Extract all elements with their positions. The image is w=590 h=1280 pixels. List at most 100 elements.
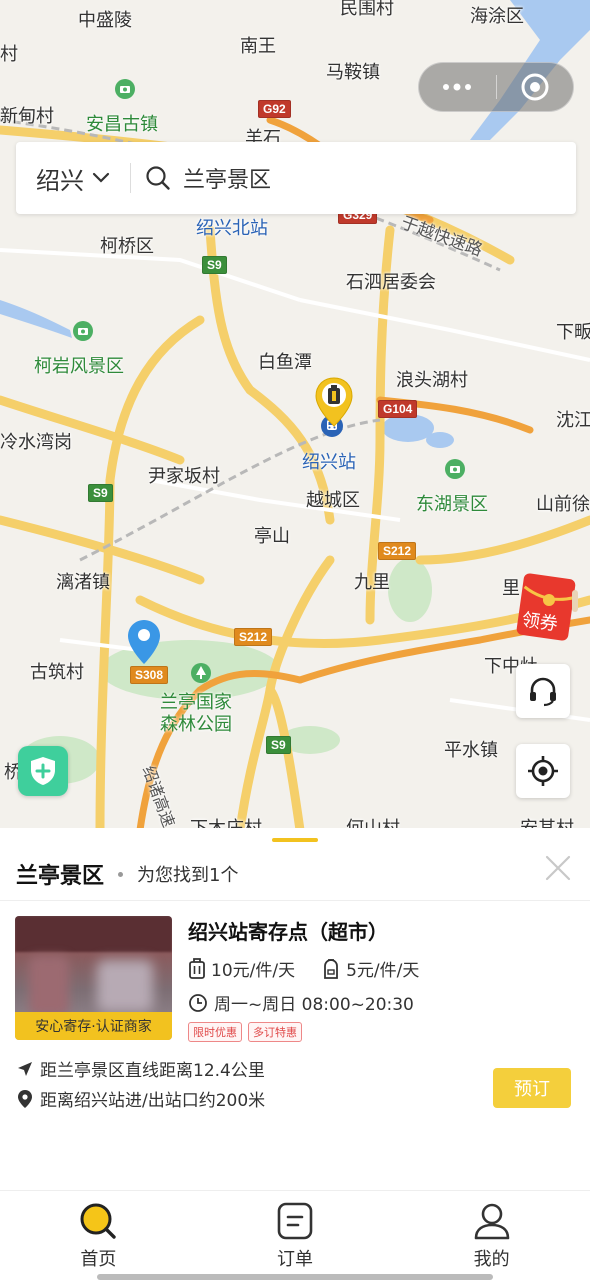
road-sign: S212: [234, 628, 273, 646]
road-sign: S9: [202, 256, 227, 274]
road-sign: G104: [378, 400, 418, 418]
store-photo[interactable]: 安心寄存·认证商家: [15, 916, 172, 1040]
safety-guarantee-button[interactable]: [18, 746, 68, 796]
locate-me-button[interactable]: [516, 744, 570, 798]
road-sign: S212: [378, 542, 417, 560]
map-label: 亭山: [254, 526, 290, 547]
search-icon: [146, 166, 170, 190]
tab-orders[interactable]: 订单: [197, 1191, 394, 1280]
map-label: 山前徐: [536, 494, 590, 515]
map-label: 绍兴站: [302, 452, 356, 473]
map-label: 安昌古镇: [86, 114, 158, 135]
road-sign: S9: [88, 484, 113, 502]
map-label: 兰亭国家森林公园: [160, 692, 232, 735]
more-dots-icon: [443, 83, 472, 91]
map-label: 下畈: [556, 322, 590, 343]
search-input[interactable]: 兰亭景区: [131, 162, 271, 194]
result-count: 为您找到1个: [137, 865, 239, 886]
shield-plus-icon: [31, 757, 55, 785]
tab-label: 订单: [277, 1249, 313, 1270]
scenic-spot-icon: [445, 459, 465, 479]
road-sign: G92: [258, 100, 291, 118]
target-circle-icon: [521, 73, 549, 101]
station-text: 距离绍兴站进/出站口约200米: [40, 1091, 266, 1111]
coupon-label: 领券: [520, 609, 560, 636]
scenic-spot-icon: [73, 321, 93, 341]
distance-info: 距兰亭景区直线距离12.4公里: [16, 1056, 265, 1081]
storage-point-marker-icon[interactable]: [314, 376, 354, 428]
close-mini-program-button[interactable]: [497, 63, 574, 111]
bottom-tab-bar: 首页 订单 我的: [0, 1190, 590, 1280]
home-indicator: [97, 1274, 493, 1280]
close-icon[interactable]: [544, 854, 572, 882]
hours-text: 周一~周日 08:00~20:30: [214, 995, 414, 1015]
map-label: 柯桥区: [100, 236, 154, 257]
result-header: 兰亭景区 为您找到1个: [16, 858, 238, 890]
tab-label: 首页: [80, 1249, 117, 1270]
map-label: 冷水湾岗: [0, 432, 72, 453]
certified-badge: 安心寄存·认证商家: [15, 1012, 172, 1040]
tab-label: 我的: [473, 1249, 510, 1270]
mini-program-capsule: [418, 62, 574, 112]
map-label: 古筑村: [30, 662, 84, 683]
scenic-spot-icon: [115, 79, 135, 99]
map-label: 柯岩风景区: [34, 356, 124, 377]
station-info: 距离绍兴站进/出站口约200米: [16, 1086, 265, 1111]
road-sign: S308: [130, 666, 169, 684]
map-label: 新甸村: [0, 106, 54, 127]
map-label: 海涂区: [470, 6, 524, 27]
book-button[interactable]: 预订: [493, 1068, 571, 1108]
city-selector[interactable]: 绍兴: [16, 161, 130, 196]
price-row: 10元/件/天 5元/件/天: [188, 956, 419, 981]
forest-park-icon: [191, 663, 211, 683]
search-query: 兰亭景区: [183, 168, 272, 193]
map-label: 沈江: [556, 410, 590, 431]
map-label: 南王: [240, 36, 276, 57]
promo-tag: 限时优惠: [188, 1022, 242, 1042]
tab-home[interactable]: 首页: [0, 1191, 197, 1280]
map-label: 浪头湖村: [396, 370, 468, 391]
map-label: 漓渚镇: [56, 572, 110, 593]
map-label: 九里: [354, 572, 390, 593]
promo-tags: 限时优惠 多订特惠: [188, 1022, 308, 1042]
destination-pin-icon[interactable]: [126, 618, 162, 666]
map-label: 越城区: [306, 490, 360, 511]
search-bar: 绍兴 兰亭景区: [16, 142, 576, 214]
map-label: 马鞍镇: [326, 62, 380, 83]
store-name[interactable]: 绍兴站寄存点（超市）: [188, 916, 388, 945]
map-label: 尹家坂村: [148, 466, 220, 487]
profile-icon: [474, 1203, 509, 1240]
distance-text: 距兰亭景区直线距离12.4公里: [40, 1061, 265, 1081]
customer-service-button[interactable]: [516, 664, 570, 718]
map-label: 石泗居委会: [346, 272, 436, 293]
map-label: 民围村: [340, 0, 394, 19]
road-sign: S9: [266, 736, 291, 754]
backpack-icon: [324, 958, 338, 979]
map-label: 村: [0, 44, 18, 65]
result-panel: 兰亭景区 为您找到1个 安心寄存·认证商家 绍兴站寄存点（超市） 10元/件/天: [0, 828, 590, 1190]
more-menu-button[interactable]: [419, 63, 496, 111]
crosshair-location-icon: [528, 756, 558, 786]
promo-tag: 多订特惠: [248, 1022, 302, 1042]
order-icon: [277, 1202, 313, 1240]
map-label: 绍兴北站: [196, 218, 268, 239]
headset-icon: [530, 677, 556, 707]
map-label: 白鱼潭: [258, 352, 312, 373]
price-small-luggage: 5元/件/天: [346, 961, 420, 981]
tab-profile[interactable]: 我的: [393, 1191, 590, 1280]
city-label: 绍兴: [36, 166, 84, 195]
map-view[interactable]: 中盛陵 民围村 海涂区 村 南王 马鞍镇 新甸村 安昌古镇 羊石 绍兴北站 柯桥…: [0, 0, 590, 830]
map-label: 中盛陵: [78, 10, 132, 31]
result-keyword: 兰亭景区: [16, 864, 105, 889]
search-home-icon: [80, 1203, 117, 1239]
map-label: 平水镇: [444, 740, 498, 761]
clock-icon: [189, 993, 207, 1012]
coupon-button[interactable]: 领券: [516, 572, 578, 642]
opening-hours: 周一~周日 08:00~20:30: [188, 990, 414, 1015]
chevron-down-icon: [92, 172, 110, 183]
drag-handle[interactable]: [272, 838, 318, 842]
luggage-icon: [189, 957, 205, 979]
map-label: 东湖景区: [416, 494, 488, 515]
navigation-arrow-icon: [18, 1061, 32, 1076]
location-pin-icon: [18, 1089, 32, 1108]
